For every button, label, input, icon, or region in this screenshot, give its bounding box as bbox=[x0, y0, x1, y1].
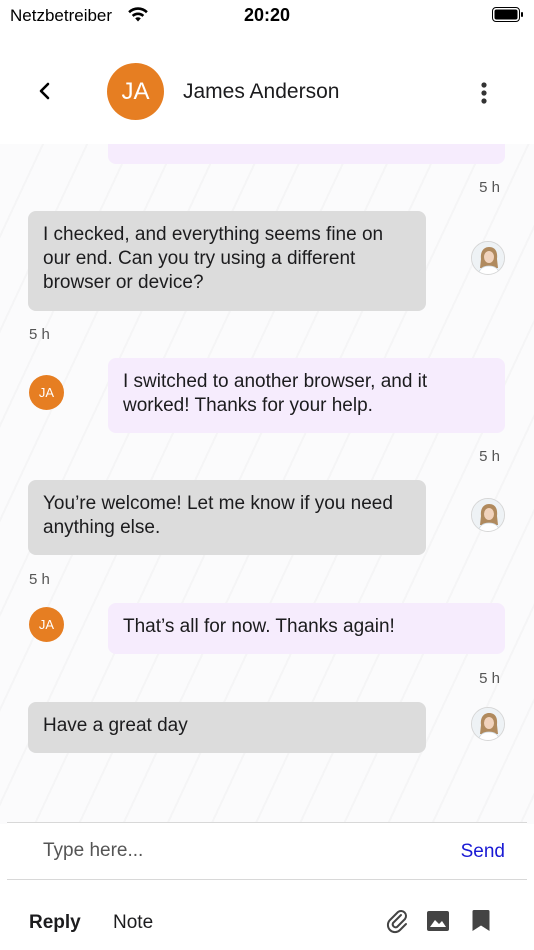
status-bar: Netzbetreiber 20:20 bbox=[0, 0, 534, 32]
agent-avatar bbox=[471, 241, 505, 275]
message-bubble-incoming[interactable]: Have a great day bbox=[28, 702, 426, 753]
bookmark-icon bbox=[472, 910, 490, 931]
message-time: 5 h bbox=[479, 179, 500, 196]
contact-avatar[interactable]: JA bbox=[107, 63, 164, 120]
tab-note[interactable]: Note bbox=[113, 912, 153, 934]
image-icon bbox=[427, 911, 449, 931]
back-button[interactable] bbox=[30, 76, 60, 106]
message-bubble-outgoing[interactable]: I switched to another browser, and it wo… bbox=[108, 358, 505, 433]
battery-icon bbox=[492, 7, 523, 22]
chevron-left-icon bbox=[39, 82, 50, 100]
message-bubble-incoming[interactable]: You’re welcome! Let me know if you need … bbox=[28, 480, 426, 555]
bookmark-button[interactable] bbox=[469, 908, 493, 934]
image-button[interactable] bbox=[426, 908, 450, 934]
agent-portrait-icon bbox=[472, 499, 504, 531]
message-time: 5 h bbox=[29, 326, 50, 343]
message-bubble-incoming[interactable]: I checked, and everything seems fine on … bbox=[28, 211, 426, 311]
message-time: 5 h bbox=[479, 448, 500, 465]
paperclip-icon bbox=[386, 910, 407, 934]
message-list[interactable]: 5 h I checked, and everything seems fine… bbox=[0, 144, 534, 824]
tab-reply[interactable]: Reply bbox=[29, 912, 81, 934]
message-composer: Send bbox=[7, 822, 527, 880]
agent-portrait-icon bbox=[472, 242, 504, 274]
message-time: 5 h bbox=[29, 571, 50, 588]
agent-portrait-icon bbox=[472, 708, 504, 740]
agent-avatar bbox=[471, 707, 505, 741]
chat-header: JA James Anderson bbox=[0, 32, 534, 144]
attach-button[interactable] bbox=[385, 908, 409, 934]
contact-name[interactable]: James Anderson bbox=[183, 80, 339, 104]
message-time: 5 h bbox=[479, 670, 500, 687]
send-button[interactable]: Send bbox=[461, 841, 505, 863]
status-time: 20:20 bbox=[243, 5, 291, 25]
message-input[interactable] bbox=[43, 837, 423, 865]
agent-avatar bbox=[471, 498, 505, 532]
message-bubble-outgoing-partial bbox=[108, 144, 505, 164]
user-avatar: JA bbox=[29, 375, 64, 410]
vertical-dots-icon bbox=[481, 82, 487, 104]
message-bubble-outgoing[interactable]: That’s all for now. Thanks again! bbox=[108, 603, 505, 654]
more-options-button[interactable] bbox=[472, 78, 496, 108]
user-avatar: JA bbox=[29, 607, 64, 642]
reply-toolbar: Reply Note bbox=[0, 882, 534, 950]
